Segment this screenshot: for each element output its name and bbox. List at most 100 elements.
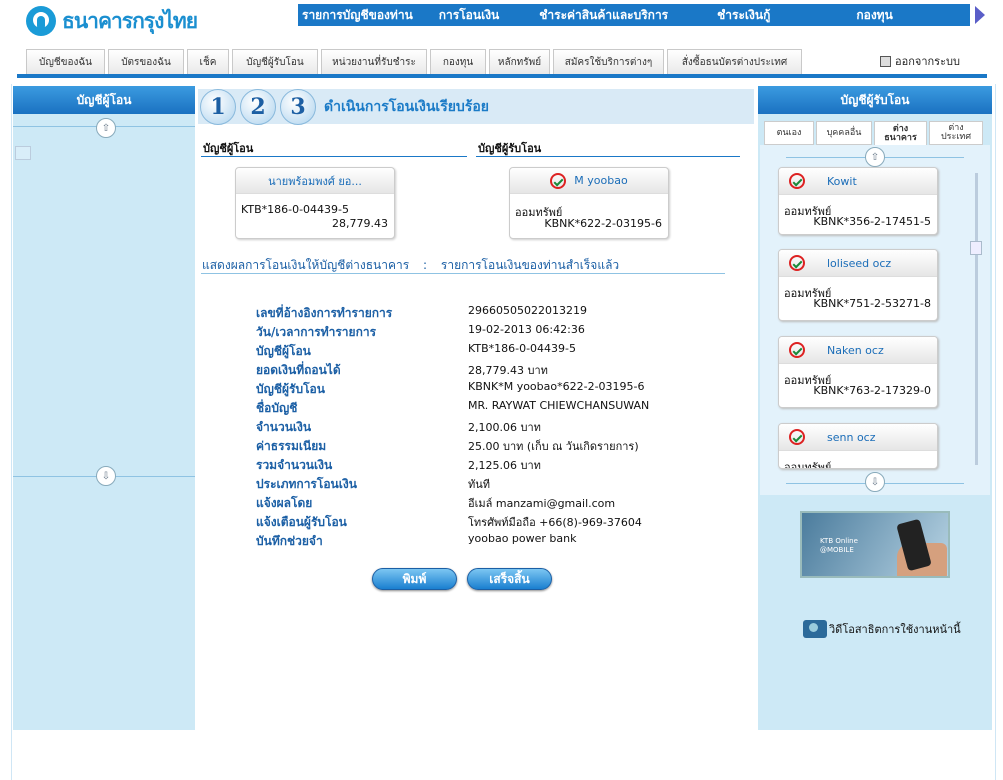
left-panel-title: บัญชีผู้โอน [13, 86, 195, 114]
tab-own[interactable]: ตนเอง [764, 121, 814, 145]
video-demo-link[interactable]: วิดีโอสาธิตการใช้งานหน้านี้ [803, 620, 961, 638]
scroll-down-icon[interactable]: ⇩ [865, 472, 885, 492]
tab-my-cards[interactable]: บัตรของฉัน [108, 49, 184, 74]
from-account-number: KTB*186-0-04439-5 [241, 203, 350, 216]
tab-services[interactable]: สมัครใช้บริการต่างๆ [553, 49, 664, 74]
scroll-handle[interactable] [15, 146, 31, 160]
topnav-funds[interactable]: กองทุน [856, 6, 892, 25]
tab-other-banks[interactable]: ต่าง ธนาคาร [874, 121, 927, 145]
detail-label: ชื่อบัญชี [256, 401, 298, 415]
from-account-balance: 28,779.43 [332, 217, 388, 230]
finish-button[interactable]: เสร็จสิ้น [467, 568, 552, 590]
to-account-name: M yoobao [574, 174, 628, 187]
detail-value: ทันที [468, 478, 491, 491]
detail-row: บัญชีผู้รับโอน KBNK*M yoobao*622-2-03195-… [256, 380, 706, 399]
kbank-logo-icon [789, 173, 805, 189]
tab-billers[interactable]: หน่วยงานที่รับชำระ [321, 49, 427, 74]
topnav-next-arrow-icon[interactable] [975, 6, 985, 24]
main-tabs: บัญชีของฉัน บัตรของฉัน เช็ค บัญชีผู้รับโ… [26, 49, 802, 74]
detail-value: yoobao power bank [468, 532, 577, 545]
payee-name: Naken ocz [827, 343, 884, 357]
topnav-loan[interactable]: ชำระเงินกู้ [717, 6, 770, 25]
kbank-logo-icon [789, 342, 805, 358]
tab-others[interactable]: บุคคลอื่น [816, 121, 872, 145]
detail-value: 2,100.06 บาท [468, 421, 541, 434]
detail-label: บันทึกช่วยจำ [256, 534, 323, 548]
payee-name: senn ocz [827, 430, 876, 444]
banner-text-2: @MOBILE [820, 546, 854, 554]
right-panel-title: บัญชีผู้รับโอน [758, 86, 992, 114]
detail-row: เลขที่อ้างอิงการทำรายการ 2966050502201321… [256, 304, 706, 323]
payee-card-header: loliseed ocz [779, 250, 937, 277]
step-title: ดำเนินการโอนเงินเรียบร้อย [324, 98, 489, 115]
payee-name: loliseed ocz [827, 256, 892, 270]
logout-link[interactable]: ออกจากระบบ [880, 52, 960, 70]
tab-foreign-currency[interactable]: สั่งซื้อธนบัตรต่างประเทศ [667, 49, 802, 74]
kbank-logo-icon [550, 172, 567, 189]
payee-card[interactable]: Naken ocz ออมทรัพย์ KBNK*763-2-17329-0 [778, 336, 938, 408]
banner-text-1: KTB Online [820, 537, 858, 545]
payee-scrollbar[interactable] [975, 173, 978, 465]
result-line-sep: : [423, 258, 428, 272]
detail-value: KBNK*M yoobao*622-2-03195-6 [468, 380, 645, 393]
detail-label: ยอดเงินที่ถอนได้ [256, 363, 341, 377]
payee-card[interactable]: Kowit ออมทรัพย์ KBNK*356-2-17451-5 [778, 167, 938, 235]
detail-row: ชื่อบัญชี MR. RAYWAT CHIEWCHANSUWAN [256, 399, 706, 418]
payee-account: KBNK*763-2-17329-0 [813, 384, 931, 397]
detail-value: MR. RAYWAT CHIEWCHANSUWAN [468, 399, 650, 412]
topnav-accounts[interactable]: รายการบัญชีของท่าน [302, 6, 413, 25]
scroll-up-icon[interactable]: ⇧ [865, 147, 885, 167]
step-2: 2 [240, 88, 276, 125]
print-button[interactable]: พิมพ์ [372, 568, 457, 590]
from-account-name: นายพร้อมพงศ์ ยอ... [236, 168, 394, 194]
payee-card[interactable]: senn ocz ออมทรัพย์ [778, 423, 938, 469]
detail-row: วัน/เวลาการทำรายการ 19-02-2013 06:42:36 [256, 323, 706, 342]
detail-value: โทรศัพท์มือถือ +66(8)-969-37604 [468, 516, 642, 529]
scroll-up-icon[interactable]: ⇧ [96, 118, 116, 138]
detail-row: ประเภทการโอนเงิน ทันที [256, 475, 706, 494]
detail-label: จำนวนเงิน [256, 420, 312, 434]
divider [201, 156, 467, 157]
detail-label: แจ้งผลโดย [256, 496, 313, 510]
topnav-transfer[interactable]: การโอนเงิน [439, 6, 499, 25]
tab-my-accounts[interactable]: บัญชีของฉัน [26, 49, 105, 74]
from-label: บัญชีผู้โอน [203, 142, 254, 155]
tab-overseas[interactable]: ต่าง ประเทศ [929, 121, 983, 145]
ktb-logo[interactable]: ธนาคารกรุงไทย [26, 4, 226, 38]
tab-funds[interactable]: กองทุน [430, 49, 486, 74]
tab-securities[interactable]: หลักทรัพย์ [489, 49, 550, 74]
detail-value: 19-02-2013 06:42:36 [468, 323, 585, 336]
payee-scroll-thumb[interactable] [970, 241, 982, 255]
step-progress: 1 2 3 ดำเนินการโอนเงินเรียบร้อย [198, 88, 754, 125]
logout-label: ออกจากระบบ [895, 55, 960, 68]
result-line-left: แสดงผลการโอนเงินให้บัญชีต่างธนาคาร [202, 258, 410, 272]
detail-label: บัญชีผู้โอน [256, 344, 311, 358]
left-panel: บัญชีผู้โอน ⇧ ⇩ [13, 86, 195, 730]
detail-value: 25.00 บาท (เก็บ ณ วันเกิดรายการ) [468, 440, 639, 453]
top-navigation: รายการบัญชีของท่าน การโอนเงิน ชำระค่าสิน… [298, 4, 970, 26]
to-label: บัญชีผู้รับโอน [478, 142, 542, 155]
ktb-mobile-banner[interactable]: KTB Online @MOBILE [800, 511, 950, 578]
step-3: 3 [280, 88, 316, 125]
to-account-card[interactable]: M yoobao ออมทรัพย์ KBNK*622-2-03195-6 [509, 167, 669, 239]
tab-cheque[interactable]: เช็ค [187, 49, 229, 74]
detail-label: ค่าธรรมเนียม [256, 439, 327, 453]
page-border-right [995, 84, 996, 780]
detail-value: KTB*186-0-04439-5 [468, 342, 577, 355]
payee-card[interactable]: loliseed ocz ออมทรัพย์ KBNK*751-2-53271-… [778, 249, 938, 321]
detail-row: แจ้งผลโดย อีเมล์ manzami@gmail.com [256, 494, 706, 513]
topnav-payments[interactable]: ชำระค่าสินค้าและบริการ [539, 6, 668, 25]
tab-payee-accounts[interactable]: บัญชีผู้รับโอน [232, 49, 318, 74]
detail-value: 28,779.43 บาท [468, 364, 548, 377]
detail-label: เลขที่อ้างอิงการทำรายการ [256, 306, 393, 320]
payee-type: ออมทรัพย์ [784, 461, 832, 469]
kbank-logo-icon [789, 429, 805, 445]
video-demo-label: วิดีโอสาธิตการใช้งานหน้านี้ [829, 623, 961, 636]
banner-text: KTB Online @MOBILE [820, 537, 858, 555]
detail-label: แจ้งเตือนผู้รับโอน [256, 515, 347, 529]
detail-value: 2,125.06 บาท [468, 459, 541, 472]
detail-row: แจ้งเตือนผู้รับโอน โทรศัพท์มือถือ +66(8)-… [256, 513, 706, 532]
to-account-number: KBNK*622-2-03195-6 [544, 217, 662, 230]
scroll-down-icon[interactable]: ⇩ [96, 466, 116, 486]
from-account-card[interactable]: นายพร้อมพงศ์ ยอ... KTB*186-0-04439-5 28,… [235, 167, 395, 239]
